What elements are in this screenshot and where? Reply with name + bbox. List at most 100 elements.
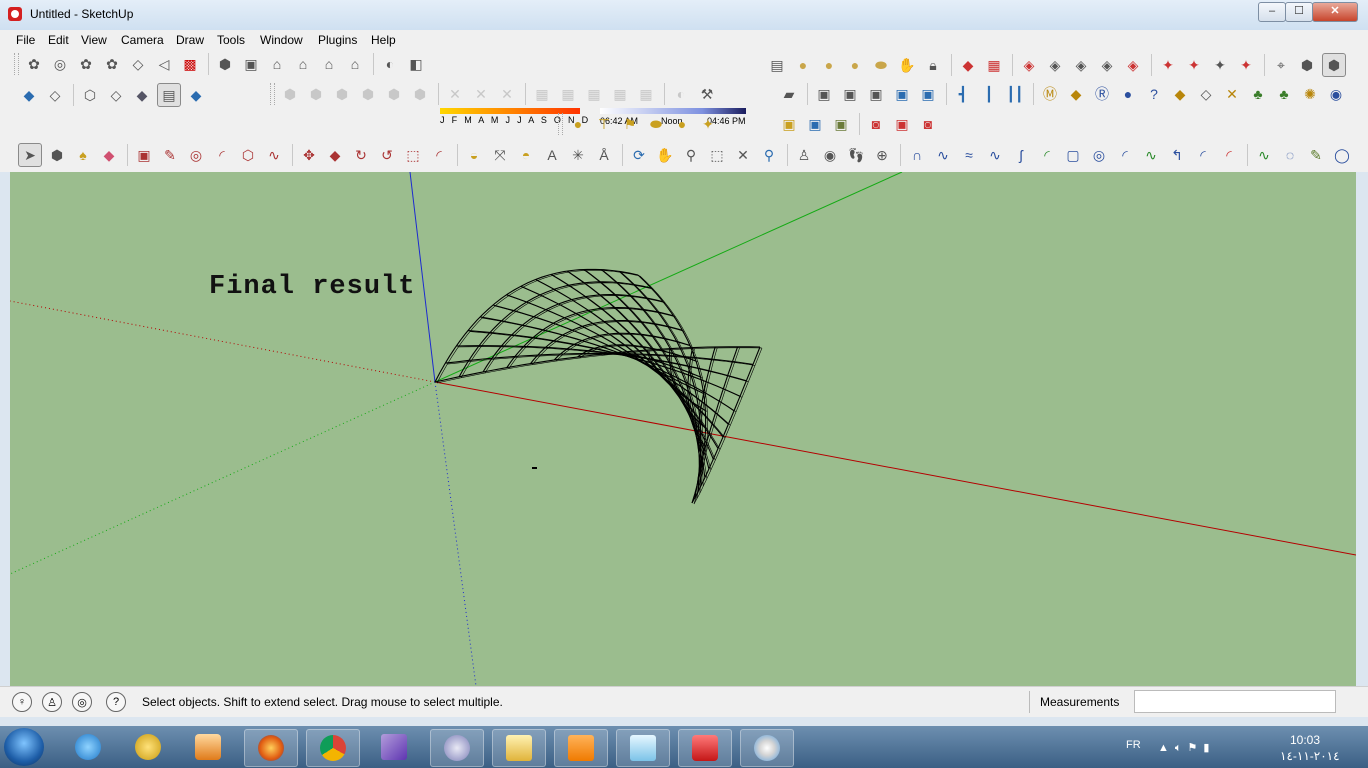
position-camera-icon[interactable]: ⌖ — [1270, 54, 1292, 76]
curve-tool-8-icon[interactable]: ◎ — [1088, 144, 1110, 166]
split-icon[interactable]: ⬢ — [409, 83, 431, 105]
plugin-diamond-icon[interactable]: ◇ — [1195, 83, 1217, 105]
left-view-icon[interactable]: ⌂ — [344, 53, 366, 75]
plugin-settings-icon[interactable]: ✺ — [1299, 83, 1321, 105]
wireframe-saddle-surface[interactable] — [434, 268, 763, 505]
toolbar-grip[interactable] — [270, 83, 275, 105]
taskbar-sketchup-icon[interactable] — [678, 729, 732, 767]
shadows-toggle-icon[interactable]: ◐ — [379, 53, 401, 75]
menu-draw[interactable]: Draw — [176, 33, 204, 47]
zoom-icon[interactable]: ⚲ — [680, 144, 702, 166]
sandbox-smoove-icon[interactable]: ✿ — [75, 53, 97, 75]
extra-tool-2-icon[interactable]: ⊤ — [593, 113, 615, 135]
measurements-input[interactable] — [1134, 690, 1336, 713]
disabled-tool-8-icon[interactable]: ▦ — [635, 83, 657, 105]
curve-tool-10-icon[interactable]: ∿ — [1140, 144, 1162, 166]
3d-text-icon[interactable]: Å — [593, 144, 615, 166]
disabled-tool-6-icon[interactable]: ▦ — [583, 83, 605, 105]
component-tool-5-icon[interactable]: ▣ — [917, 83, 939, 105]
plugin-label-icon[interactable]: ◆ — [1169, 83, 1191, 105]
plugin-tree-2-icon[interactable]: ♣ — [1273, 83, 1295, 105]
pan-icon[interactable]: ✋ — [654, 144, 676, 166]
instructor-help-icon[interactable]: ? — [106, 692, 126, 712]
wireframe-style-icon[interactable]: ● — [844, 54, 866, 76]
menu-view[interactable]: View — [81, 33, 107, 47]
sandbox-flip-edge-icon[interactable]: ▩ — [179, 53, 201, 75]
curve-tool-1-icon[interactable]: ∩ — [906, 144, 928, 166]
extension-warehouse-icon[interactable]: ✦ — [1209, 54, 1231, 76]
language-indicator[interactable]: FR — [1126, 739, 1141, 751]
curve-tool-2-icon[interactable]: ∿ — [932, 144, 954, 166]
tape-measure-icon[interactable]: ◒ — [463, 144, 485, 166]
move-icon[interactable]: ✥ — [298, 144, 320, 166]
iso-view-icon[interactable]: ⬢ — [214, 53, 236, 75]
previous-view-icon[interactable]: ⚲ — [758, 144, 780, 166]
line-pencil-icon[interactable]: ✎ — [159, 144, 181, 166]
curve-tool-17-icon[interactable]: ◯ — [1331, 144, 1353, 166]
curve-tool-3-icon[interactable]: ≈ — [958, 144, 980, 166]
position-camera-2-icon[interactable]: ♙ — [793, 144, 815, 166]
taskbar-gamepad-icon[interactable] — [122, 729, 174, 765]
style-monochrome-icon[interactable]: ◆ — [185, 84, 207, 106]
extra-tool-6-icon[interactable]: ✦ — [697, 113, 719, 135]
menu-camera[interactable]: Camera — [121, 33, 164, 47]
plugin-m-icon[interactable]: Ⓜ — [1039, 83, 1061, 105]
pan-hand-icon[interactable]: ✋ — [896, 54, 918, 76]
scale-icon[interactable]: ⬚ — [402, 144, 424, 166]
extra-tool-5-icon[interactable]: ● — [671, 113, 693, 135]
curve-tool-6-icon[interactable]: ◜ — [1036, 144, 1058, 166]
render-tool-2-icon[interactable]: ▣ — [891, 113, 913, 135]
curve-tool-14-icon[interactable]: ∿ — [1253, 144, 1275, 166]
align-tool-3-icon[interactable]: ┃┃ — [1004, 83, 1026, 105]
lock-icon[interactable]: 🔒︎ — [922, 54, 944, 76]
taskbar-file-explorer-icon[interactable] — [492, 729, 546, 767]
taskbar-firefox-icon[interactable] — [244, 729, 298, 767]
xray-icon[interactable]: ● — [792, 54, 814, 76]
walk-footprints-icon[interactable]: 👣︎ — [845, 144, 867, 166]
component-tool-2-icon[interactable]: ▣ — [839, 83, 861, 105]
disabled-tool-1-icon[interactable]: ✕ — [444, 83, 466, 105]
plugin-tool-2-icon[interactable]: ◈ — [1044, 54, 1066, 76]
follow-me-icon[interactable]: ↺ — [376, 144, 398, 166]
toolbar-grip[interactable] — [14, 53, 19, 75]
component-tool-1-icon[interactable]: ▣ — [813, 83, 835, 105]
select-arrow-icon[interactable]: ➤ — [18, 143, 42, 167]
tools-icon[interactable]: ⚒ — [696, 83, 718, 105]
component-tool-3-icon[interactable]: ▣ — [865, 83, 887, 105]
section-plane-icon[interactable]: ◆ — [957, 54, 979, 76]
disabled-tool-4-icon[interactable]: ▦ — [531, 83, 553, 105]
curve-tool-13-icon[interactable]: ◜ — [1218, 144, 1240, 166]
disabled-tool-3-icon[interactable]: ✕ — [496, 83, 518, 105]
edit-style-icon[interactable]: ▤ — [766, 54, 788, 76]
taskbar-internet-explorer-icon[interactable] — [62, 729, 114, 765]
sandbox-from-scratch-icon[interactable]: ◎ — [49, 53, 71, 75]
align-tool-1-icon[interactable]: ┫ — [952, 83, 974, 105]
menu-edit[interactable]: Edit — [48, 33, 69, 47]
ruby-console-icon[interactable]: ✦ — [1235, 54, 1257, 76]
curve-tool-7-icon[interactable]: ▢ — [1062, 144, 1084, 166]
sketchup-app-icon[interactable] — [8, 7, 22, 21]
plugin-tag-icon[interactable]: ◆ — [1065, 83, 1087, 105]
start-button[interactable] — [4, 728, 44, 766]
3d-viewport[interactable]: Final result — [10, 172, 1356, 686]
sandbox-drape-icon[interactable]: ◇ — [127, 53, 149, 75]
curve-tool-15-icon[interactable]: ◌ — [1279, 144, 1301, 166]
taskbar-notepad-icon[interactable] — [616, 729, 670, 767]
trim-icon[interactable]: ⬢ — [383, 83, 405, 105]
look-around-2-icon[interactable]: ◉ — [819, 144, 841, 166]
freehand-icon[interactable]: ∿ — [263, 144, 285, 166]
text-tool-icon[interactable]: A — [541, 144, 563, 166]
subtract-icon[interactable]: ⬢ — [357, 83, 379, 105]
protractor-icon[interactable]: ◓ — [515, 144, 537, 166]
align-tool-2-icon[interactable]: ┃ — [978, 83, 1000, 105]
sandbox-add-detail-icon[interactable]: ◁ — [153, 53, 175, 75]
zoom-extents-icon[interactable]: ✕ — [732, 144, 754, 166]
tray-icons[interactable]: ▲🔈︎⚑▮ — [1158, 741, 1215, 755]
curve-tool-11-icon[interactable]: ↰ — [1166, 144, 1188, 166]
disabled-tool-5-icon[interactable]: ▦ — [557, 83, 579, 105]
scene-canvas[interactable] — [10, 172, 1356, 686]
component-tool-4-icon[interactable]: ▣ — [891, 83, 913, 105]
box-tool-3-icon[interactable]: ▣ — [830, 113, 852, 135]
look-around-icon[interactable]: ⬢ — [1322, 53, 1346, 77]
style-wireframe-icon[interactable]: ⬡ — [79, 84, 101, 106]
